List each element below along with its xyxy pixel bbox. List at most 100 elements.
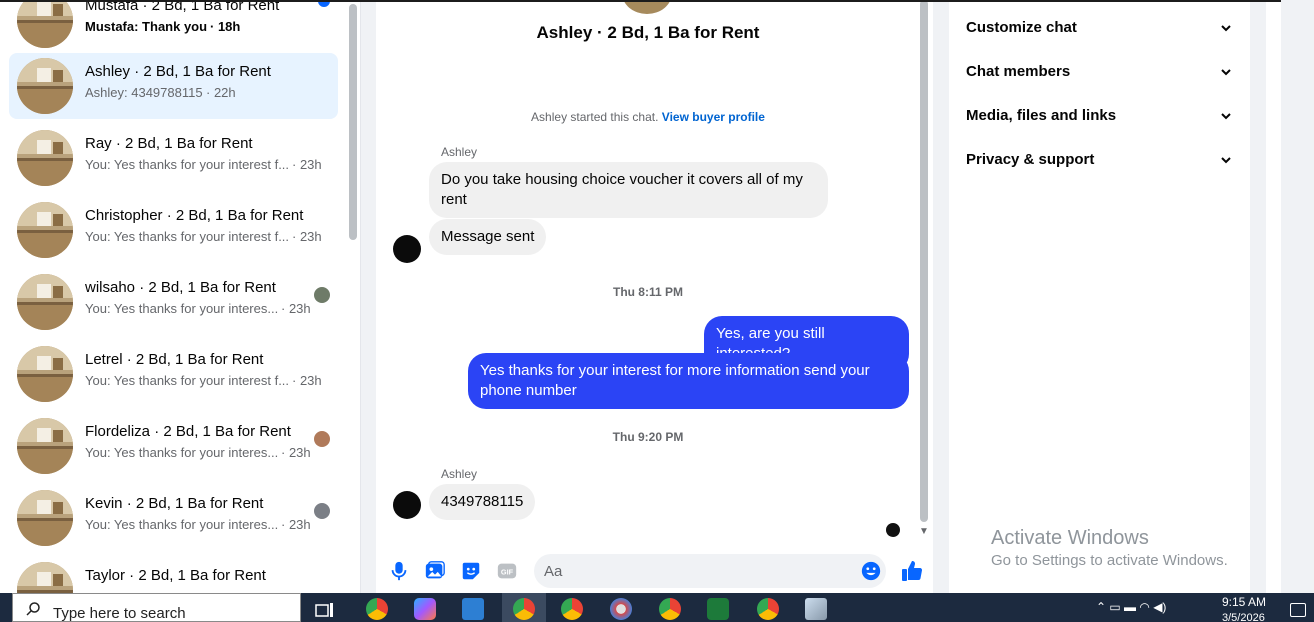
info-row-label: Media, files and links bbox=[966, 107, 1117, 124]
chat-members-row[interactable]: Chat members bbox=[966, 57, 1236, 87]
read-receipt-avatar bbox=[314, 431, 330, 447]
emoji-icon[interactable] bbox=[860, 560, 882, 582]
media-files-links-row[interactable]: Media, files and links bbox=[966, 101, 1236, 131]
listing-thumbnail bbox=[17, 0, 73, 48]
notepad-icon[interactable] bbox=[805, 598, 827, 620]
customize-chat-row[interactable]: Customize chat bbox=[966, 13, 1236, 43]
task-view-icon[interactable] bbox=[315, 602, 335, 618]
sender-avatar[interactable] bbox=[393, 491, 421, 519]
chevron-down-icon bbox=[1221, 157, 1231, 164]
sender-name: Ashley bbox=[441, 145, 478, 159]
clock-date[interactable]: 3/5/2026 bbox=[1222, 612, 1265, 622]
outgoing-message[interactable]: Yes thanks for your interest for more in… bbox=[468, 353, 909, 409]
conversation-preview: You: Yes thanks for your interes... bbox=[85, 517, 279, 532]
conversation-preview: Mustafa: Thank you bbox=[85, 19, 208, 34]
conversation-time: · 23h bbox=[292, 229, 322, 244]
chat-scrollbar[interactable] bbox=[920, 0, 928, 522]
read-receipt-avatar bbox=[314, 287, 330, 303]
chat-title: Ashley · 2 Bd, 1 Ba for Rent bbox=[536, 23, 760, 42]
incoming-message[interactable]: 4349788115 bbox=[429, 484, 536, 520]
view-buyer-profile-link[interactable]: View buyer profile bbox=[662, 110, 765, 124]
conversation-preview: You: Yes thanks for your interes... bbox=[85, 301, 279, 316]
system-tray[interactable]: ⌃ ▭ ▬ ◠ ◀) bbox=[1096, 600, 1166, 614]
conversation-title: Letrel · 2 Bd, 1 Ba for Rent bbox=[85, 351, 264, 368]
copilot-icon[interactable] bbox=[414, 598, 436, 620]
conversation-item[interactable]: Letrel · 2 Bd, 1 Ba for Rent You: Yes tha… bbox=[9, 341, 338, 407]
seen-indicator-avatar bbox=[886, 523, 900, 537]
conversation-title: Flordeliza · 2 Bd, 1 Ba for Rent bbox=[85, 423, 291, 440]
message-timestamp: Thu 9:20 PM bbox=[612, 430, 684, 444]
conversation-item[interactable]: Taylor · 2 Bd, 1 Ba for Rent bbox=[9, 557, 338, 593]
clock-time[interactable]: 9:15 AM bbox=[1222, 595, 1266, 609]
microphone-icon[interactable] bbox=[388, 560, 410, 582]
listing-thumbnail bbox=[17, 58, 73, 114]
conversation-time: · 23h bbox=[281, 301, 311, 316]
conversation-item[interactable]: Christopher · 2 Bd, 1 Ba for Rent You: Ye… bbox=[9, 197, 338, 263]
info-row-label: Chat members bbox=[966, 63, 1071, 80]
listing-thumbnail bbox=[17, 562, 73, 593]
notification-icon[interactable] bbox=[1290, 603, 1306, 617]
chrome-icon[interactable] bbox=[659, 598, 681, 620]
incoming-message[interactable]: Message sent bbox=[429, 219, 547, 255]
listing-thumbnail bbox=[17, 130, 73, 186]
chat-info-panel: Customize chat Chat members Media, files… bbox=[949, 0, 1250, 593]
gif-icon[interactable]: GIF bbox=[496, 560, 518, 582]
conversation-title: Ray · 2 Bd, 1 Ba for Rent bbox=[85, 135, 253, 152]
chat-header-avatar bbox=[622, 0, 672, 14]
sticker-icon[interactable] bbox=[460, 560, 482, 582]
conversation-preview: You: Yes thanks for your interes... bbox=[85, 445, 279, 460]
conversation-time: · 23h bbox=[292, 157, 322, 172]
conversation-time: · 23h bbox=[281, 445, 311, 460]
chevron-down-icon bbox=[1221, 69, 1231, 76]
conversation-item[interactable]: Ashley · 2 Bd, 1 Ba for Rent Ashley: 4349… bbox=[9, 53, 338, 119]
conversation-preview: You: Yes thanks for your interest f... bbox=[85, 157, 290, 172]
sender-name: Ashley bbox=[441, 467, 478, 481]
chevron-down-icon bbox=[1221, 25, 1231, 32]
listing-thumbnail bbox=[17, 346, 73, 402]
read-receipt-avatar bbox=[314, 503, 330, 519]
scroll-down-arrow-icon[interactable]: ▼ bbox=[919, 526, 929, 537]
chat-started-text: Ashley started this chat. bbox=[531, 110, 659, 124]
taskbar-search-box[interactable]: Type here to search bbox=[12, 593, 301, 622]
conversation-title: Christopher · 2 Bd, 1 Ba for Rent bbox=[85, 207, 304, 224]
conversation-preview: You: Yes thanks for your interest f... bbox=[85, 229, 290, 244]
sender-avatar[interactable] bbox=[393, 235, 421, 263]
window-top-border bbox=[0, 0, 1281, 2]
chrome-icon[interactable] bbox=[513, 598, 535, 620]
app-icon[interactable] bbox=[610, 598, 632, 620]
chat-panel: Ashley · 2 Bd, 1 Ba for Rent Ashley star… bbox=[376, 0, 933, 593]
conversation-item[interactable]: Mustafa · 2 Bd, 1 Ba for Rent Mustafa: Th… bbox=[9, 0, 338, 53]
conversation-item[interactable]: Ray · 2 Bd, 1 Ba for Rent You: Yes thanks… bbox=[9, 125, 338, 191]
chrome-icon[interactable] bbox=[757, 598, 779, 620]
conversation-time: · 18h bbox=[210, 19, 241, 34]
conversation-item[interactable]: Kevin · 2 Bd, 1 Ba for Rent You: Yes than… bbox=[9, 485, 338, 551]
privacy-support-row[interactable]: Privacy & support bbox=[966, 145, 1236, 175]
app-window-icon[interactable] bbox=[462, 598, 484, 620]
conversation-item[interactable]: wilsaho · 2 Bd, 1 Ba for Rent You: Yes th… bbox=[9, 269, 338, 335]
message-input[interactable] bbox=[534, 554, 886, 588]
info-row-label: Privacy & support bbox=[966, 151, 1095, 168]
chat-started-notice: Ashley started this chat. View buyer pro… bbox=[376, 110, 920, 124]
green-app-icon[interactable] bbox=[707, 598, 729, 620]
info-row-label: Customize chat bbox=[966, 19, 1077, 36]
listing-thumbnail bbox=[17, 274, 73, 330]
svg-text:GIF: GIF bbox=[501, 568, 514, 577]
taskbar-search-placeholder: Type here to search bbox=[53, 605, 186, 622]
conversation-preview: You: Yes thanks for your interest f... bbox=[85, 373, 290, 388]
chevron-down-icon bbox=[1221, 113, 1231, 120]
conversation-time: · 23h bbox=[292, 373, 322, 388]
conversation-list-scrollbar[interactable] bbox=[349, 4, 357, 240]
conversation-time: · 22h bbox=[206, 85, 236, 100]
conversation-item[interactable]: Flordeliza · 2 Bd, 1 Ba for Rent You: Yes… bbox=[9, 413, 338, 479]
conversation-preview: Ashley: 4349788115 bbox=[85, 85, 203, 100]
listing-thumbnail bbox=[17, 490, 73, 546]
listing-thumbnail bbox=[17, 202, 73, 258]
incoming-message[interactable]: Do you take housing choice voucher it co… bbox=[429, 162, 828, 218]
thumbs-up-icon[interactable] bbox=[900, 559, 924, 583]
window-edge bbox=[1266, 0, 1281, 593]
conversation-title: Taylor · 2 Bd, 1 Ba for Rent bbox=[85, 567, 266, 584]
chrome-icon[interactable] bbox=[366, 598, 388, 620]
chrome-icon[interactable] bbox=[561, 598, 583, 620]
photo-icon[interactable] bbox=[424, 560, 446, 582]
conversation-title: Mustafa · 2 Bd, 1 Ba for Rent bbox=[85, 0, 280, 14]
